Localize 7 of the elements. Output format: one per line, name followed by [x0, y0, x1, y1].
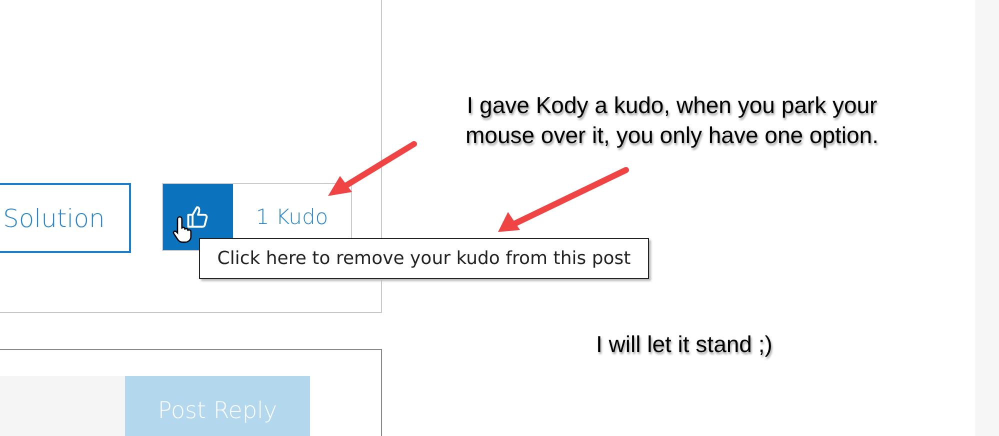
tooltip: Click here to remove your kudo from this post: [199, 238, 649, 279]
hand-cursor-icon: [172, 214, 194, 244]
accept-solution-button[interactable]: Solution: [0, 183, 131, 253]
annotation-text: I will let it stand ;): [596, 331, 772, 358]
annotation-text: I gave Kody a kudo, when you park your mouse over it, you only have one option.: [464, 91, 880, 150]
reply-field[interactable]: [0, 376, 125, 436]
kudo-count: 1 Kudo: [254, 204, 330, 231]
